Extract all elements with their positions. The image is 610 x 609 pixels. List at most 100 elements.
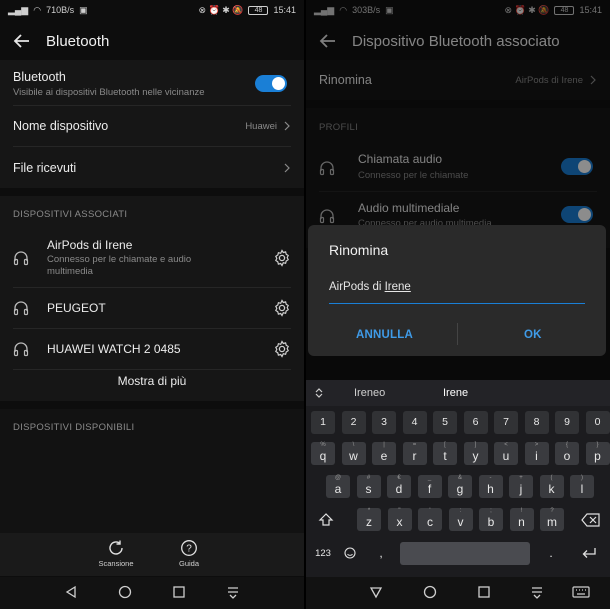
key-letter: h	[487, 482, 494, 496]
back-arrow-icon[interactable]	[12, 31, 32, 51]
back-nav-icon[interactable]	[64, 585, 78, 599]
key-9[interactable]: 9	[555, 411, 579, 434]
paired-device-airpods[interactable]: AirPods di Irene Connesso per le chiamat…	[13, 232, 291, 288]
paired-device-peugeot[interactable]: PEUGEOT	[13, 288, 291, 329]
key-letter: m	[547, 515, 557, 529]
key-6[interactable]: 6	[463, 411, 488, 434]
gear-icon[interactable]	[273, 299, 291, 317]
key-hint: \	[352, 442, 355, 448]
key-m[interactable]: ? m	[540, 508, 564, 531]
key-1[interactable]: 1	[311, 411, 335, 434]
cancel-button[interactable]: ANNULLA	[356, 329, 413, 341]
key-hint: &	[457, 475, 462, 481]
help-label: Guida	[178, 559, 199, 568]
key-x[interactable]: " x	[387, 508, 412, 531]
key-b[interactable]: ; b	[479, 508, 503, 531]
key-n[interactable]: ! n	[509, 508, 534, 531]
recents-nav-icon[interactable]	[172, 585, 186, 599]
key-p[interactable]: } p	[585, 442, 610, 465]
space-key[interactable]	[400, 542, 530, 565]
gear-icon[interactable]	[273, 340, 291, 358]
key-hint: +	[519, 475, 523, 481]
key-4[interactable]: 4	[402, 411, 427, 434]
battery-icon: 48	[248, 5, 269, 15]
bluetooth-switch[interactable]	[255, 75, 287, 92]
device-name-row[interactable]: Nome dispositivo Huawei	[13, 106, 291, 147]
gear-icon[interactable]	[273, 249, 291, 267]
key-z[interactable]: * z	[357, 508, 381, 531]
key-s[interactable]: # s	[356, 475, 381, 498]
received-files-row[interactable]: File ricevuti	[13, 147, 291, 188]
device-name-label: Nome dispositivo	[13, 119, 109, 133]
rename-input[interactable]: AirPods di Irene	[329, 281, 585, 304]
key-o[interactable]: {o	[555, 442, 579, 465]
soft-keyboard: Ireneo Irene 1 2 3 4 5 6 7 8 9 0% q \ w | e = r[t] y < u > i{…	[306, 380, 610, 577]
show-more-button[interactable]: Mostra di più	[0, 374, 304, 388]
key-t[interactable]: [t	[433, 442, 457, 465]
key-5[interactable]: 5	[433, 411, 457, 434]
notification-pull-icon[interactable]	[226, 585, 240, 599]
available-devices-section: DISPOSITIVI DISPONIBILI	[0, 409, 304, 533]
key-a[interactable]: @ a	[326, 475, 350, 498]
help-button[interactable]: ? Guida	[164, 539, 214, 568]
key-8[interactable]: 8	[524, 411, 549, 434]
emoji-key[interactable]	[338, 542, 362, 565]
dialog-button-divider	[457, 323, 458, 345]
key-h[interactable]: -h	[478, 475, 503, 498]
key-u[interactable]: < u	[494, 442, 518, 465]
expand-suggestions-icon[interactable]	[314, 387, 324, 399]
comma-key[interactable]: ,	[368, 542, 394, 565]
key-i[interactable]: > i	[524, 442, 549, 465]
home-nav-icon[interactable]	[423, 585, 437, 599]
key-3[interactable]: 3	[372, 411, 396, 434]
key-e[interactable]: | e	[372, 442, 396, 465]
keyboard-switch-icon[interactable]	[572, 585, 590, 599]
key-g[interactable]: & g	[448, 475, 472, 498]
notification-pull-icon[interactable]	[530, 585, 544, 599]
suggestion-2[interactable]: Irene	[443, 387, 468, 399]
bluetooth-label: Bluetooth	[13, 70, 66, 84]
key-hint: (	[550, 475, 553, 481]
enter-key[interactable]	[572, 542, 606, 565]
key-v[interactable]: :v	[448, 508, 473, 531]
ok-button[interactable]: OK	[524, 329, 542, 341]
key-2[interactable]: 2	[341, 411, 366, 434]
key-0[interactable]: 0	[585, 411, 610, 434]
key-f[interactable]: _ f	[417, 475, 442, 498]
recents-nav-icon[interactable]	[477, 585, 491, 599]
key-j[interactable]: + j	[509, 475, 533, 498]
shift-key[interactable]	[311, 508, 341, 531]
paired-device-watch[interactable]: HUAWEI WATCH 2 0485	[13, 329, 291, 370]
key-hint: >	[534, 442, 539, 448]
key-letter: i	[535, 449, 538, 463]
key-l[interactable]: ) l	[570, 475, 594, 498]
suggestion-bar: Ireneo Irene	[306, 380, 610, 406]
symbols-key[interactable]: 123	[308, 542, 338, 565]
period-key[interactable]: .	[538, 542, 564, 565]
key-q[interactable]: % q	[311, 442, 335, 465]
home-nav-icon[interactable]	[118, 585, 132, 599]
key-r[interactable]: = r	[402, 442, 427, 465]
suggestion-1[interactable]: Ireneo	[354, 387, 385, 399]
back-nav-icon[interactable]	[369, 585, 383, 599]
key-y[interactable]: ] y	[463, 442, 488, 465]
key-w[interactable]: \ w	[341, 442, 366, 465]
key-k[interactable]: (k	[539, 475, 564, 498]
device-name-value: Huawei	[245, 121, 277, 132]
key-7[interactable]: 7	[494, 411, 518, 434]
key-letter: s	[365, 482, 372, 496]
scan-button[interactable]: Scansione	[91, 539, 141, 568]
input-text-word: Irene	[384, 281, 411, 293]
backspace-key[interactable]	[576, 508, 606, 531]
key-hint: |	[383, 442, 385, 448]
key-letter: g	[456, 482, 464, 496]
system-nav-bar	[0, 577, 304, 609]
key-letter: r	[412, 449, 417, 463]
key-hint: }	[596, 442, 599, 448]
svg-text:?: ?	[186, 544, 192, 555]
key-d[interactable]: € d	[387, 475, 411, 498]
key-c[interactable]: ' c	[418, 508, 442, 531]
headphones-icon	[13, 301, 29, 316]
bluetooth-toggle-row[interactable]: Bluetooth Visibile ai dispositivi Blueto…	[13, 60, 291, 106]
paired-devices-section: DISPOSITIVI ASSOCIATI AirPods di Irene C…	[0, 196, 304, 401]
